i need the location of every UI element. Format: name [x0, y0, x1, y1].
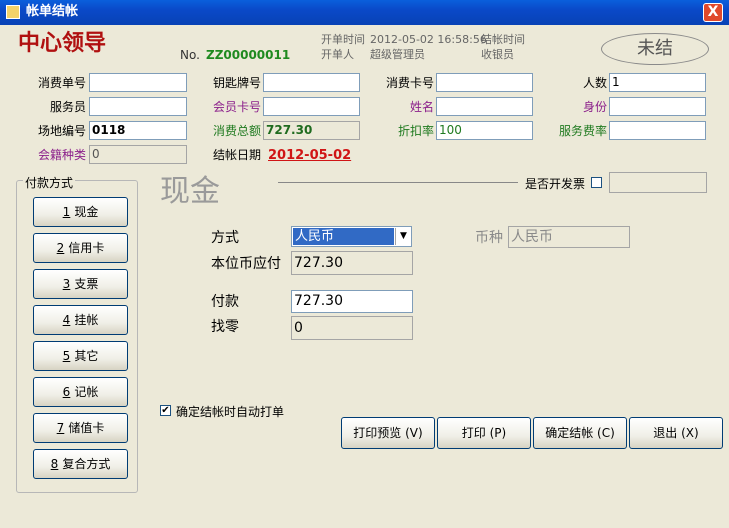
print-preview-button[interactable]: 打印预览 (V)	[341, 417, 435, 449]
currency-label: 币种	[475, 230, 503, 246]
open-time-value: 2012-05-02 16:58:56	[370, 33, 487, 46]
change-label: 找零	[211, 319, 239, 335]
exit-button[interactable]: 退出 (X)	[629, 417, 723, 449]
checkout-date-value[interactable]: 2012-05-02	[268, 148, 351, 163]
local-due-field: 727.30	[291, 251, 413, 275]
consume-no-input[interactable]	[89, 73, 187, 92]
pay-method-num: 3	[62, 277, 71, 291]
opener-label: 开单人	[321, 48, 354, 61]
name-input[interactable]	[436, 97, 533, 116]
pay-method-button-bookkeeping[interactable]: 6 记帐	[33, 377, 128, 407]
key-no-input[interactable]	[263, 73, 360, 92]
pay-method-button-credit-card[interactable]: 2 信用卡	[33, 233, 128, 263]
pay-method-num: 2	[56, 241, 65, 255]
discount-label: 折扣率	[397, 124, 434, 138]
total-field: 727.30	[263, 121, 360, 140]
member-card-label: 会员卡号	[212, 100, 261, 114]
checkout-date-label: 结帐日期	[212, 148, 261, 162]
invoice-checkbox[interactable]	[591, 177, 602, 188]
venue-label: 场地编号	[37, 124, 86, 138]
current-method-title: 现金	[160, 174, 220, 209]
pay-method-label: 复合方式	[62, 457, 111, 471]
print-button[interactable]: 打印 (P)	[437, 417, 531, 449]
pay-method-button-cash[interactable]: 1 现金	[33, 197, 128, 227]
pay-method-label: 支票	[74, 277, 99, 291]
payment-method-group-title: 付款方式	[23, 174, 76, 191]
pay-method-num: 1	[62, 205, 71, 219]
people-label: 人数	[582, 76, 607, 90]
service-rate-label: 服务费率	[558, 124, 607, 138]
pay-method-label: 储值卡	[68, 421, 105, 435]
member-card-input[interactable]	[263, 97, 360, 116]
mode-select[interactable]: 人民币 ▼	[291, 226, 412, 247]
pay-method-label: 现金	[74, 205, 99, 219]
consume-no-label: 消费单号	[37, 76, 86, 90]
pay-method-button-on-account[interactable]: 4 挂帐	[33, 305, 128, 335]
close-button[interactable]: X	[703, 3, 723, 22]
auto-print-checkbox[interactable]: ✔	[160, 405, 171, 416]
customer-title: 中心领导	[18, 31, 107, 56]
identity-label: 身份	[582, 100, 607, 114]
paid-label: 付款	[211, 294, 239, 310]
window-title: 帐单结帐	[26, 4, 79, 19]
member-type-label: 会籍种类	[37, 148, 86, 162]
service-rate-input[interactable]	[609, 121, 706, 140]
bill-no-value: ZZ00000011	[206, 48, 291, 62]
pay-method-num: 4	[62, 313, 71, 327]
people-input[interactable]: 1	[609, 73, 706, 92]
open-time-label: 开单时间	[321, 33, 365, 46]
invoice-field	[609, 172, 707, 193]
consume-card-label: 消费卡号	[385, 76, 434, 90]
name-label: 姓名	[409, 100, 434, 114]
waiter-input[interactable]	[89, 97, 187, 116]
pay-method-label: 信用卡	[68, 241, 105, 255]
waiter-label: 服务员	[49, 100, 86, 114]
invoice-label: 是否开发票	[525, 177, 586, 191]
chevron-down-icon[interactable]: ▼	[395, 228, 411, 245]
currency-field: 人民币	[508, 226, 630, 248]
total-label: 消费总额	[212, 124, 261, 138]
pay-method-button-check[interactable]: 3 支票	[33, 269, 128, 299]
paid-input[interactable]: 727.30	[291, 290, 413, 313]
pay-method-button-composite[interactable]: 8 复合方式	[33, 449, 128, 479]
key-no-label: 钥匙牌号	[212, 76, 261, 90]
local-due-label: 本位币应付	[211, 256, 281, 272]
pay-method-button-stored-value-card[interactable]: 7 储值卡	[33, 413, 128, 443]
auto-print-label: 确定结帐时自动打单	[176, 405, 285, 419]
title-bar	[0, 0, 729, 25]
discount-input[interactable]: 100	[436, 121, 533, 140]
bill-no-label: No.	[180, 48, 200, 62]
identity-input[interactable]	[609, 97, 706, 116]
pay-method-label: 挂帐	[74, 313, 99, 327]
mode-select-value: 人民币	[293, 228, 394, 245]
pay-method-num: 6	[62, 385, 71, 399]
pay-method-num: 8	[50, 457, 59, 471]
venue-input[interactable]: 0118	[89, 121, 187, 140]
pay-method-num: 5	[62, 349, 71, 363]
app-icon	[6, 5, 20, 19]
confirm-checkout-button[interactable]: 确定结帐 (C)	[533, 417, 627, 449]
close-time-label: 结帐时间	[481, 33, 525, 46]
consume-card-input[interactable]	[436, 73, 533, 92]
cashier-label: 收银员	[481, 48, 514, 61]
status-badge: 未结	[601, 33, 709, 65]
change-field: 0	[291, 316, 413, 340]
member-type-field: 0	[89, 145, 187, 164]
pay-method-num: 7	[56, 421, 65, 435]
divider	[278, 182, 518, 183]
opener-value: 超级管理员	[370, 48, 425, 61]
pay-method-label: 记帐	[74, 385, 99, 399]
pay-method-button-other[interactable]: 5 其它	[33, 341, 128, 371]
pay-method-label: 其它	[74, 349, 99, 363]
mode-label: 方式	[211, 230, 239, 246]
